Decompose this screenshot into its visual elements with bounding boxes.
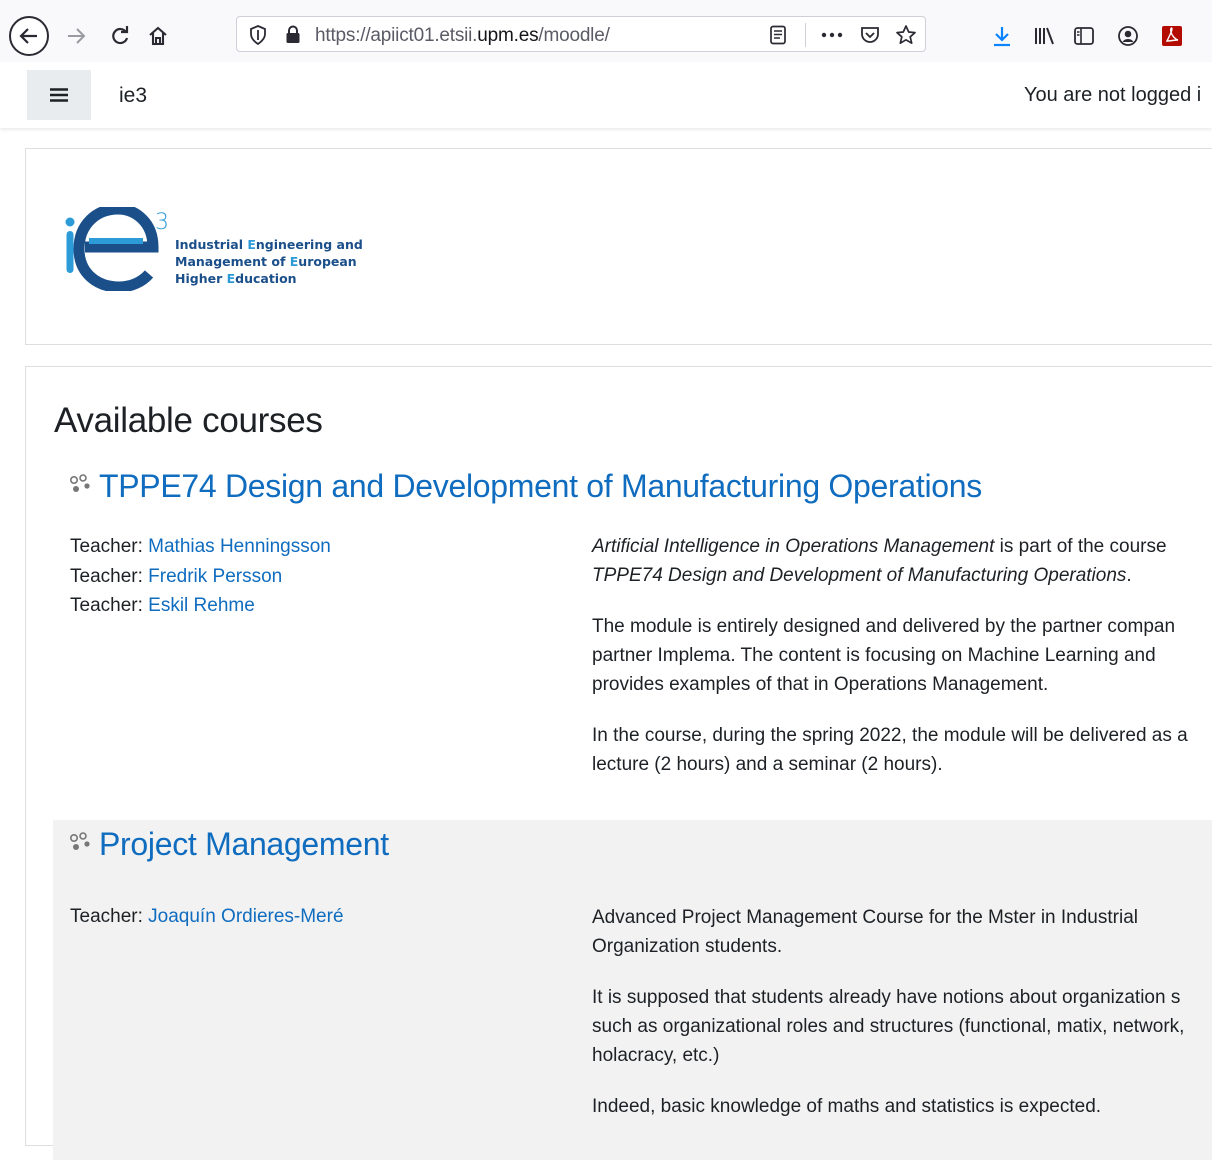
pdf-extension-icon[interactable]: [1158, 22, 1186, 50]
summary-paragraph: Artificial Intelligence in Operations Ma…: [592, 536, 1167, 586]
ie3-logo: 3 Industrial Engineering and Management …: [65, 207, 363, 291]
arrow-left-icon: [19, 28, 37, 44]
hamburger-icon: [50, 88, 68, 102]
reload-button[interactable]: [104, 20, 136, 52]
course-name: Project Management: [69, 826, 389, 863]
main-content: Available courses TPPE74 Design and Deve…: [25, 366, 1212, 1160]
sidebar-icon[interactable]: [1070, 22, 1098, 50]
home-button[interactable]: [142, 20, 174, 52]
teacher-item: Teacher: Joaquín Ordieres-Meré: [70, 906, 344, 927]
back-button[interactable]: [9, 16, 49, 56]
svg-text:3: 3: [155, 210, 169, 235]
svg-text:Management of European: Management of European: [175, 254, 357, 269]
course-link[interactable]: TPPE74 Design and Development of Manufac…: [99, 468, 982, 505]
teacher-list: Teacher: Mathias Henningsson Teacher: Fr…: [70, 532, 331, 621]
course-summary: Artificial Intelligence in Operations Ma…: [592, 532, 1212, 801]
course-name: TPPE74 Design and Development of Manufac…: [69, 468, 982, 505]
teacher-item: Teacher: Fredrik Persson: [70, 565, 283, 587]
summary-paragraph: In the course, during the spring 2022, t…: [592, 725, 1188, 775]
more-actions-icon[interactable]: [819, 23, 845, 47]
course-icon: [69, 831, 90, 850]
library-icon[interactable]: [1030, 22, 1058, 50]
account-icon[interactable]: [1114, 22, 1142, 50]
summary-paragraph: It is supposed that students already hav…: [592, 987, 1185, 1066]
pocket-icon[interactable]: [857, 23, 883, 47]
site-navbar: ie3 You are not logged i: [0, 62, 1212, 128]
course-box: TPPE74 Design and Development of Manufac…: [53, 462, 1212, 818]
teacher-link[interactable]: Mathias Henningsson: [148, 536, 331, 557]
course-link[interactable]: Project Management: [99, 826, 389, 863]
url-separator: [805, 23, 806, 47]
drawer-toggle-button[interactable]: [27, 70, 91, 120]
bookmark-star-icon[interactable]: [893, 23, 919, 47]
summary-paragraph: The module is entirely designed and deli…: [592, 616, 1176, 695]
course-summary: Advanced Project Management Course for t…: [592, 903, 1212, 1143]
reader-view-icon[interactable]: [765, 23, 791, 47]
svg-text:Industrial Engineering and: Industrial Engineering and: [175, 237, 363, 252]
reload-icon: [112, 26, 129, 45]
arrow-right-icon: [68, 28, 86, 44]
summary-paragraph: Advanced Project Management Course for t…: [592, 907, 1138, 957]
teacher-list: Teacher: Joaquín Ordieres-Meré: [70, 902, 344, 932]
page-header: 3 Industrial Engineering and Management …: [25, 148, 1212, 345]
tracking-protection-shield-icon[interactable]: [249, 25, 267, 45]
browser-toolbar: https://apiict01.etsii.upm.es/moodle/: [0, 0, 1212, 62]
home-icon: [149, 26, 167, 46]
address-bar[interactable]: https://apiict01.etsii.upm.es/moodle/: [236, 16, 926, 52]
course-box: Project Management Teacher: Joaquín Ordi…: [53, 820, 1212, 1160]
svg-text:Higher Education: Higher Education: [175, 271, 297, 286]
teacher-link[interactable]: Eskil Rehme: [148, 595, 255, 616]
section-title: Available courses: [54, 401, 323, 440]
teacher-item: Teacher: Eskil Rehme: [70, 595, 255, 616]
downloads-icon[interactable]: [988, 22, 1016, 50]
forward-button[interactable]: [60, 20, 92, 52]
course-icon: [69, 473, 90, 492]
teacher-link[interactable]: Fredrik Persson: [148, 566, 282, 587]
teacher-item: Teacher: Mathias Henningsson: [70, 536, 331, 557]
site-name[interactable]: ie3: [119, 84, 147, 108]
summary-paragraph: Indeed, basic knowledge of maths and sta…: [592, 1096, 1102, 1117]
lock-icon[interactable]: [285, 25, 301, 44]
url-text[interactable]: https://apiict01.etsii.upm.es/moodle/: [315, 25, 610, 47]
teacher-link[interactable]: Joaquín Ordieres-Meré: [148, 906, 343, 927]
login-info: You are not logged i: [1024, 84, 1202, 106]
